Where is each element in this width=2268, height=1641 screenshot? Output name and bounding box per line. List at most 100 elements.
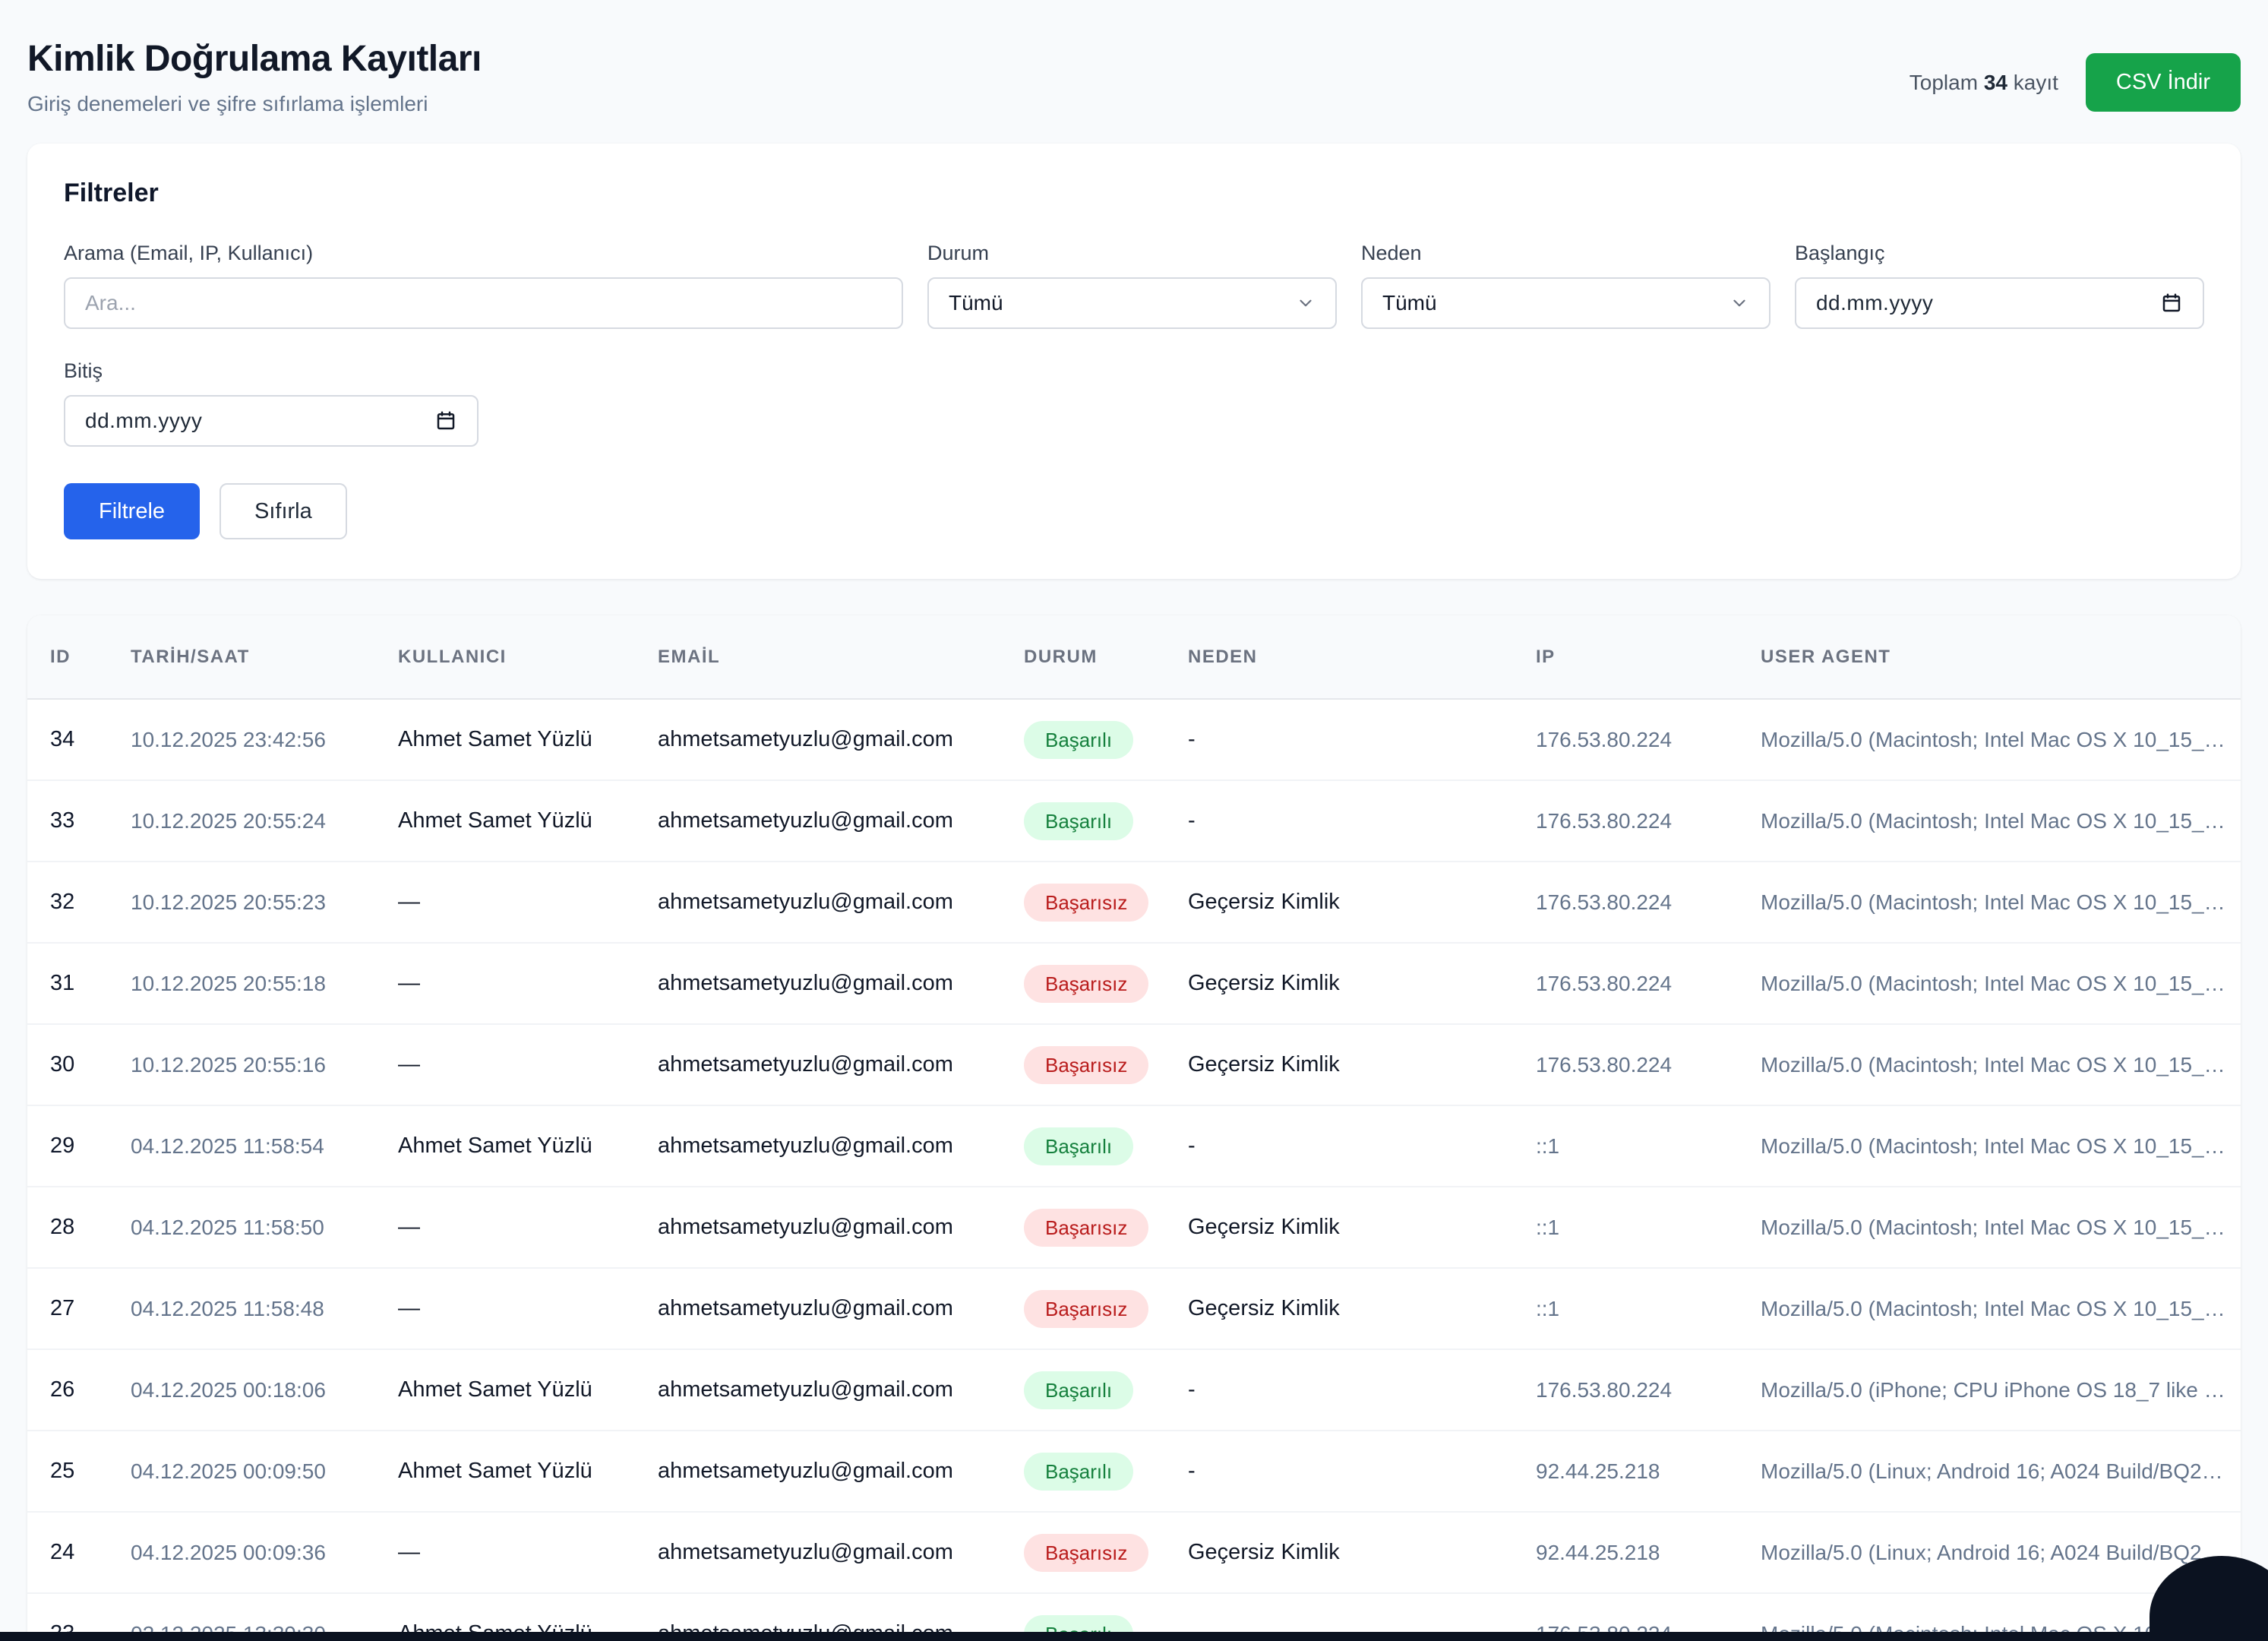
end-date-input[interactable]: dd.mm.yyyy [64,395,479,447]
cell-user: — [375,1187,635,1268]
status-select[interactable]: Tümü [927,277,1337,329]
reason-field-group: Neden Tümü [1361,242,1770,329]
cell-status: Başarılı [1001,1349,1165,1431]
cell-email: ahmetsametyuzlu@gmail.com [635,1024,1001,1105]
cell-id: 25 [27,1431,108,1512]
page-title: Kimlik Doğrulama Kayıtları [27,38,482,80]
table-row: 3310.12.2025 20:55:24Ahmet Samet Yüzlüah… [27,780,2241,862]
cell-id: 29 [27,1105,108,1187]
status-badge-success: Başarılı [1024,721,1133,759]
column-header-emai-l: EMAİL [635,615,1001,699]
column-header-neden: NEDEN [1165,615,1513,699]
column-header-ip: IP [1513,615,1738,699]
status-field-group: Durum Tümü [927,242,1337,329]
table-row: 3210.12.2025 20:55:23—ahmetsametyuzlu@gm… [27,862,2241,943]
cell-reason: - [1165,1431,1513,1512]
end-date-label: Bitiş [64,359,479,383]
cell-ua: Mozilla/5.0 (Macintosh; Intel Mac OS X 1… [1738,780,2241,862]
cell-ua: Mozilla/5.0 (Macintosh; Intel Mac OS X 1… [1738,943,2241,1024]
page-subtitle: Giriş denemeleri ve şifre sıfırlama işle… [27,92,482,116]
total-suffix: kayıt [2014,71,2058,94]
filter-apply-button[interactable]: Filtrele [64,483,200,539]
calendar-icon[interactable] [434,409,457,432]
header-right: Toplam 34 kayıt CSV İndir [1909,53,2241,112]
status-label: Durum [927,242,1337,265]
total-prefix: Toplam [1909,71,1978,94]
cell-email: ahmetsametyuzlu@gmail.com [635,780,1001,862]
table-row: 3410.12.2025 23:42:56Ahmet Samet Yüzlüah… [27,699,2241,780]
cell-email: ahmetsametyuzlu@gmail.com [635,1512,1001,1593]
cell-ip: ::1 [1513,1268,1738,1349]
cell-ua: Mozilla/5.0 (Macintosh; Intel Mac OS X 1… [1738,1105,2241,1187]
cell-ip: 176.53.80.224 [1513,943,1738,1024]
cell-ua: Mozilla/5.0 (Macintosh; Intel Mac OS X 1… [1738,862,2241,943]
records-table-card: IDTARİH/SAATKULLANICIEMAİLDURUMNEDENIPUS… [27,615,2241,1641]
table-row: 3110.12.2025 20:55:18—ahmetsametyuzlu@gm… [27,943,2241,1024]
cell-email: ahmetsametyuzlu@gmail.com [635,699,1001,780]
table-row: 2604.12.2025 00:18:06Ahmet Samet Yüzlüah… [27,1349,2241,1431]
start-date-placeholder: dd.mm.yyyy [1816,291,1933,315]
cell-status: Başarılı [1001,699,1165,780]
page: Kimlik Doğrulama Kayıtları Giriş denemel… [0,0,2268,1641]
cell-datetime: 10.12.2025 20:55:23 [108,862,375,943]
cell-ua: Mozilla/5.0 (Macintosh; Intel Mac OS X 1… [1738,699,2241,780]
end-date-placeholder: dd.mm.yyyy [85,409,202,433]
cell-status: Başarısız [1001,862,1165,943]
cell-id: 24 [27,1512,108,1593]
cell-id: 31 [27,943,108,1024]
cell-datetime: 04.12.2025 11:58:54 [108,1105,375,1187]
filters-grid: Arama (Email, IP, Kullanıcı) Durum Tümü … [64,242,2204,329]
cell-email: ahmetsametyuzlu@gmail.com [635,1105,1001,1187]
cell-reason: - [1165,1349,1513,1431]
filter-reset-button[interactable]: Sıfırla [220,483,347,539]
cell-datetime: 10.12.2025 20:55:18 [108,943,375,1024]
page-bottom-edge [0,1632,2268,1641]
cell-status: Başarısız [1001,1187,1165,1268]
cell-ua: Mozilla/5.0 (Macintosh; Intel Mac OS X 1… [1738,1187,2241,1268]
cell-user: Ahmet Samet Yüzlü [375,1349,635,1431]
search-input[interactable] [64,277,903,329]
cell-status: Başarısız [1001,1512,1165,1593]
status-badge-success: Başarılı [1024,1453,1133,1491]
status-badge-success: Başarılı [1024,802,1133,840]
page-header-text: Kimlik Doğrulama Kayıtları Giriş denemel… [27,27,482,116]
search-field-group: Arama (Email, IP, Kullanıcı) [64,242,903,329]
cell-email: ahmetsametyuzlu@gmail.com [635,1349,1001,1431]
cell-status: Başarısız [1001,1268,1165,1349]
cell-ip: 176.53.80.224 [1513,699,1738,780]
cell-user: Ahmet Samet Yüzlü [375,1431,635,1512]
cell-datetime: 04.12.2025 11:58:50 [108,1187,375,1268]
cell-status: Başarısız [1001,1024,1165,1105]
cell-datetime: 04.12.2025 00:09:36 [108,1512,375,1593]
cell-status: Başarılı [1001,780,1165,862]
cell-email: ahmetsametyuzlu@gmail.com [635,1431,1001,1512]
cell-reason: - [1165,1105,1513,1187]
column-header-user-agent: USER AGENT [1738,615,2241,699]
status-badge-fail: Başarısız [1024,1046,1148,1084]
cell-user: — [375,1024,635,1105]
status-badge-success: Başarılı [1024,1371,1133,1409]
cell-ip: 176.53.80.224 [1513,1024,1738,1105]
cell-ip: ::1 [1513,1187,1738,1268]
cell-ip: ::1 [1513,1105,1738,1187]
column-header-id: ID [27,615,108,699]
status-badge-success: Başarılı [1024,1127,1133,1165]
records-table: IDTARİH/SAATKULLANICIEMAİLDURUMNEDENIPUS… [27,615,2241,1641]
csv-download-button[interactable]: CSV İndir [2086,53,2241,112]
cell-id: 33 [27,780,108,862]
table-row: 2704.12.2025 11:58:48—ahmetsametyuzlu@gm… [27,1268,2241,1349]
start-date-input[interactable]: dd.mm.yyyy [1795,277,2204,329]
total-count: 34 [1984,71,2007,94]
table-row: 2404.12.2025 00:09:36—ahmetsametyuzlu@gm… [27,1512,2241,1593]
status-badge-fail: Başarısız [1024,965,1148,1003]
chevron-down-icon [1729,293,1749,313]
cell-ip: 92.44.25.218 [1513,1512,1738,1593]
status-select-value: Tümü [949,291,1003,315]
start-date-label: Başlangıç [1795,242,2204,265]
cell-id: 30 [27,1024,108,1105]
cell-ua: Mozilla/5.0 (iPhone; CPU iPhone OS 18_7 … [1738,1349,2241,1431]
calendar-icon[interactable] [2160,292,2183,315]
column-header-kullanici: KULLANICI [375,615,635,699]
reason-select[interactable]: Tümü [1361,277,1770,329]
status-badge-fail: Başarısız [1024,1290,1148,1328]
